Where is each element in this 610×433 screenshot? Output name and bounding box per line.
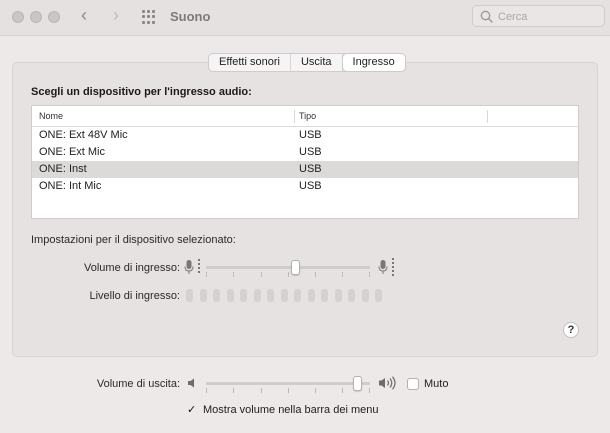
level-segment bbox=[226, 289, 234, 302]
slider-track bbox=[206, 382, 370, 385]
slider-tick bbox=[342, 388, 343, 393]
minimize-window-button[interactable] bbox=[30, 11, 42, 23]
tab-uscita[interactable]: Uscita bbox=[291, 54, 343, 71]
level-segment bbox=[307, 289, 315, 302]
device-type: USB bbox=[299, 180, 322, 192]
input-level-label: Livello di ingresso: bbox=[89, 290, 181, 302]
mute-checkbox[interactable] bbox=[407, 378, 419, 390]
input-device-table[interactable]: Nome Tipo ONE: Ext 48V Mic USB ONE: Ext … bbox=[31, 105, 579, 219]
slider-tick bbox=[369, 388, 370, 393]
level-indicator-low bbox=[198, 259, 200, 275]
speaker-high-icon bbox=[379, 376, 396, 390]
device-name: ONE: Ext 48V Mic bbox=[39, 129, 128, 141]
search-input[interactable] bbox=[498, 9, 598, 24]
table-header: Nome Tipo bbox=[32, 106, 578, 127]
microphone-low-icon bbox=[184, 260, 194, 274]
level-segment bbox=[267, 289, 274, 302]
level-indicator-high bbox=[392, 258, 394, 276]
slider-tick bbox=[233, 388, 234, 393]
device-type: USB bbox=[299, 146, 322, 158]
column-header-nome[interactable]: Nome bbox=[39, 111, 63, 121]
slider-tick bbox=[342, 272, 343, 277]
column-separator bbox=[487, 110, 488, 123]
zoom-window-button[interactable] bbox=[48, 11, 60, 23]
show-volume-checkbox[interactable]: ✓ bbox=[187, 404, 196, 416]
table-row[interactable]: ONE: Int Mic USB bbox=[32, 178, 578, 195]
output-volume-label: Volume di uscita: bbox=[96, 378, 180, 390]
slider-tick bbox=[206, 272, 207, 277]
level-segment bbox=[253, 289, 261, 302]
table-row-selected[interactable]: ONE: Inst USB bbox=[32, 161, 578, 178]
tab-effetti-sonori[interactable]: Effetti sonori bbox=[209, 54, 291, 71]
input-volume-label: Volume di ingresso: bbox=[84, 262, 180, 274]
input-volume-slider[interactable] bbox=[206, 258, 370, 278]
input-volume-slider-knob[interactable] bbox=[291, 260, 301, 275]
level-segment bbox=[280, 289, 288, 302]
level-segment bbox=[321, 289, 328, 302]
microphone-high-icon bbox=[378, 260, 388, 274]
slider-tick bbox=[315, 272, 316, 277]
output-volume-slider-knob[interactable] bbox=[353, 376, 363, 391]
level-segment bbox=[375, 289, 382, 302]
slider-tick bbox=[206, 388, 207, 393]
speaker-low-icon bbox=[188, 378, 194, 388]
level-segment bbox=[361, 289, 369, 302]
search-icon bbox=[480, 10, 493, 23]
level-segment bbox=[240, 289, 247, 302]
column-header-tipo[interactable]: Tipo bbox=[299, 111, 316, 121]
forward-button[interactable]: › bbox=[106, 6, 126, 26]
slider-tick bbox=[288, 272, 289, 277]
back-button[interactable]: ‹ bbox=[74, 6, 94, 26]
device-name: ONE: Ext Mic bbox=[39, 146, 106, 158]
close-window-button[interactable] bbox=[12, 11, 24, 23]
device-type: USB bbox=[299, 129, 322, 141]
show-all-grid-icon[interactable] bbox=[142, 10, 156, 24]
slider-track bbox=[206, 266, 370, 269]
search-field[interactable] bbox=[472, 5, 605, 27]
help-button[interactable]: ? bbox=[563, 322, 579, 338]
slider-tick bbox=[315, 388, 316, 393]
level-segment bbox=[348, 289, 355, 302]
level-segment bbox=[334, 289, 342, 302]
window-title: Suono bbox=[170, 9, 211, 24]
title-bar: ‹ › Suono bbox=[0, 0, 610, 36]
level-segment bbox=[213, 289, 220, 302]
selected-device-settings-title: Impostazioni per il dispositivo selezion… bbox=[31, 234, 236, 246]
slider-tick bbox=[261, 388, 262, 393]
slider-tick bbox=[261, 272, 262, 277]
device-list-title: Scegli un dispositivo per l'ingresso aud… bbox=[31, 86, 252, 98]
level-segment bbox=[186, 289, 193, 302]
column-separator bbox=[294, 110, 295, 123]
tab-ingresso[interactable]: Ingresso bbox=[342, 54, 405, 71]
tab-bar: Effetti sonori Uscita Ingresso bbox=[208, 53, 406, 72]
slider-tick bbox=[233, 272, 234, 277]
table-row[interactable]: ONE: Ext Mic USB bbox=[32, 144, 578, 161]
level-segment bbox=[294, 289, 301, 302]
show-volume-label[interactable]: Mostra volume nella barra dei menu bbox=[203, 404, 378, 416]
device-name: ONE: Int Mic bbox=[39, 180, 102, 192]
table-row[interactable]: ONE: Ext 48V Mic USB bbox=[32, 127, 578, 144]
device-name: ONE: Inst bbox=[39, 163, 87, 175]
level-segment bbox=[199, 289, 207, 302]
output-volume-slider[interactable] bbox=[206, 374, 370, 394]
mute-label[interactable]: Muto bbox=[424, 378, 448, 390]
device-type: USB bbox=[299, 163, 322, 175]
slider-tick bbox=[288, 388, 289, 393]
slider-tick bbox=[369, 272, 370, 277]
